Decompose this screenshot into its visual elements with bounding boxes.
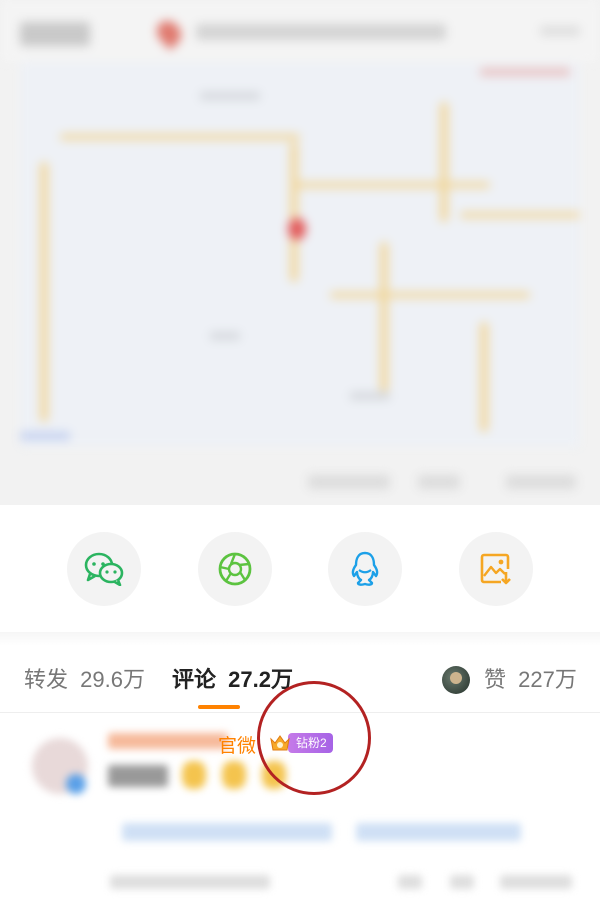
map-card: [0, 0, 600, 505]
liker-avatar[interactable]: [442, 666, 470, 694]
comment-action[interactable]: [450, 875, 474, 889]
active-tab-indicator: [198, 705, 240, 709]
back-button[interactable]: [20, 22, 90, 46]
qq-penguin-icon: [351, 551, 379, 586]
highlight-circle: [257, 681, 371, 795]
share-wechat-button[interactable]: [67, 532, 141, 606]
pray-emoji-icon: [222, 761, 246, 789]
map-header: [0, 0, 600, 62]
map-marker-icon[interactable]: [288, 218, 306, 240]
commenter-name[interactable]: 官微: [218, 731, 256, 758]
moments-aperture-icon: [218, 552, 252, 586]
tab-forward[interactable]: 转发 29.6万: [24, 666, 145, 694]
map-action[interactable]: [308, 475, 390, 489]
location-title: [196, 24, 446, 40]
tab-comment-count: 27.2万: [228, 667, 293, 692]
tab-like-count: 227万: [518, 667, 577, 692]
section-divider: [0, 632, 600, 646]
comment-text-blurred: [108, 765, 168, 787]
share-row: [0, 512, 600, 632]
pray-emoji-icon: [182, 761, 206, 789]
commenter-name-blurred[interactable]: [108, 733, 228, 749]
comment-link[interactable]: [122, 823, 332, 841]
tab-forward-count: 29.6万: [80, 667, 145, 692]
location-pin-icon: [152, 16, 186, 50]
share-qq-button[interactable]: [328, 532, 402, 606]
wechat-icon: [84, 552, 124, 586]
comment-link[interactable]: [356, 823, 521, 841]
tab-comment[interactable]: 评论 27.2万: [172, 666, 293, 694]
tab-like-label: 赞: [484, 667, 507, 692]
map-action[interactable]: [418, 475, 460, 489]
save-image-icon: [480, 553, 511, 585]
tab-forward-label: 转发: [24, 667, 69, 692]
share-moments-button[interactable]: [198, 532, 272, 606]
more-button[interactable]: [540, 26, 580, 36]
tab-comment-label: 评论: [172, 667, 217, 692]
comment-meta: [110, 875, 270, 889]
commenter-avatar[interactable]: [32, 738, 88, 794]
comment-like-action[interactable]: [500, 875, 572, 889]
map-view[interactable]: [20, 62, 580, 447]
tab-like[interactable]: 赞 227万: [484, 666, 577, 694]
comment-action[interactable]: [398, 875, 422, 889]
map-action[interactable]: [506, 475, 576, 489]
save-image-button[interactable]: [459, 532, 533, 606]
